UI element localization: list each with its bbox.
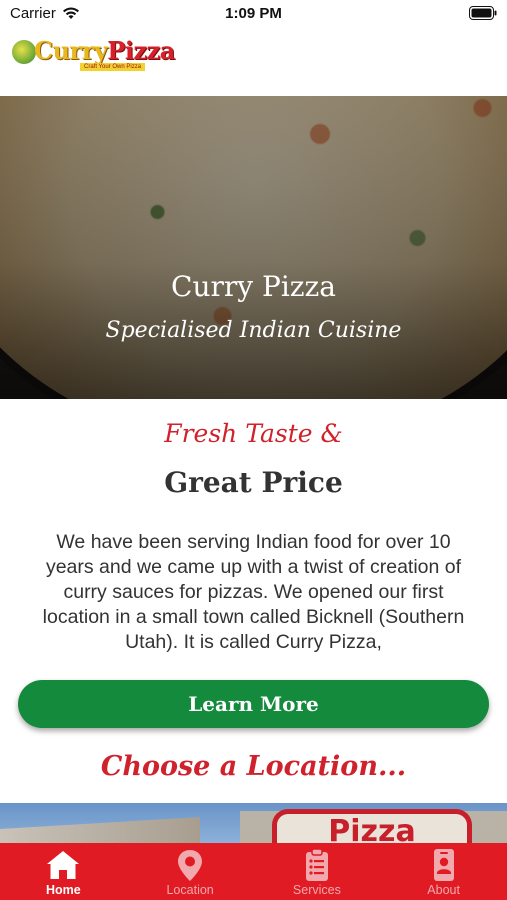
- hero-title: Curry Pizza: [171, 270, 336, 303]
- choose-location-heading: Choose a Location...: [100, 751, 407, 782]
- tab-about[interactable]: About: [380, 843, 507, 900]
- tab-services[interactable]: Services: [254, 843, 381, 900]
- home-icon: [47, 851, 80, 879]
- tab-about-label: About: [427, 883, 460, 897]
- tab-services-label: Services: [292, 883, 341, 897]
- great-price-heading: Great Price: [164, 466, 343, 499]
- clipboard-icon: [305, 848, 328, 881]
- location-photo[interactable]: Pizza: [0, 803, 507, 843]
- battery-icon: [469, 6, 497, 20]
- about-paragraph: We have been serving Indian food for ove…: [42, 531, 465, 653]
- tab-location-label: Location: [166, 883, 214, 897]
- hero-overlay: [0, 96, 507, 399]
- hero-banner: Curry Pizza Specialised Indian Cuisine: [0, 96, 507, 399]
- tab-home-label: Home: [46, 883, 81, 897]
- curry-pizza-logo[interactable]: CurryPizza Craft Your Own Pizza: [12, 36, 175, 76]
- status-time: 1:09 PM: [225, 5, 282, 22]
- photo-building: [0, 817, 200, 843]
- bottom-tab-bar: Home Location Services About: [0, 843, 507, 900]
- logo-emblem: [12, 40, 36, 64]
- status-bar: Carrier 1:09 PM: [0, 0, 507, 30]
- fresh-taste-heading: Fresh Taste &: [164, 419, 343, 448]
- logo-tagline: Craft Your Own Pizza: [80, 63, 146, 71]
- id-badge-icon: [433, 849, 454, 881]
- tab-home[interactable]: Home: [0, 843, 127, 900]
- restaurant-sign: Pizza: [272, 809, 472, 843]
- hero-subtitle: Specialised Indian Cuisine: [105, 318, 402, 343]
- location-pin-icon: [178, 850, 203, 881]
- learn-more-button[interactable]: Learn More: [18, 680, 489, 728]
- tab-location[interactable]: Location: [127, 843, 254, 900]
- logo-wordmark: CurryPizza: [34, 36, 175, 65]
